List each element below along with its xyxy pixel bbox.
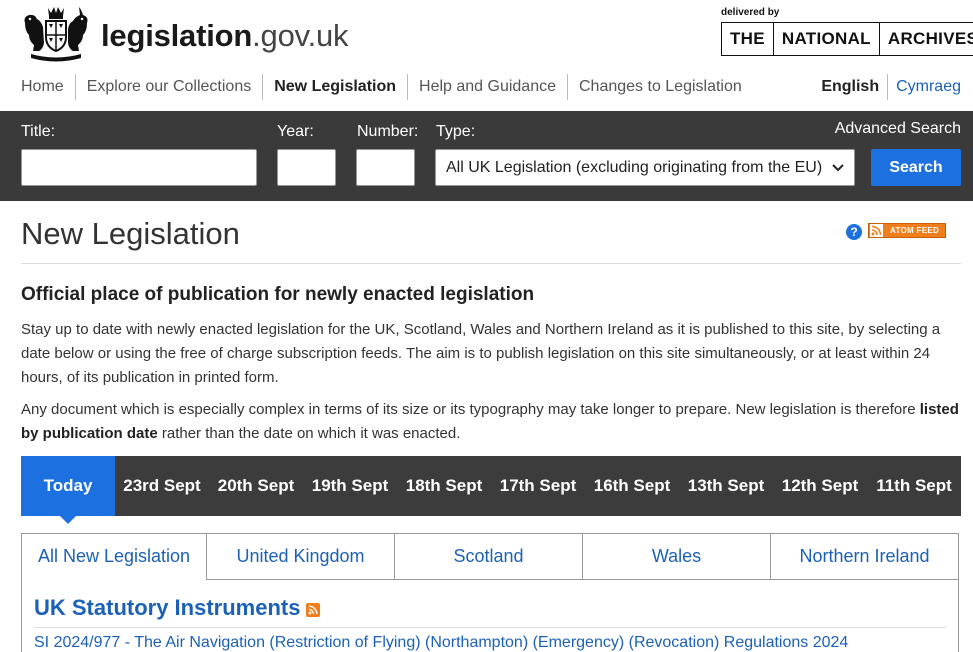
title-input[interactable]: [21, 149, 257, 186]
date-tab[interactable]: 20th Sept: [209, 456, 303, 516]
page-title: New Legislation: [21, 216, 240, 251]
date-tab[interactable]: 13th Sept: [679, 456, 773, 516]
nav-help-guidance[interactable]: Help and Guidance: [407, 74, 567, 100]
atom-feed-label: ATOM FEED: [890, 226, 940, 235]
region-tab-all[interactable]: All New Legislation: [21, 533, 207, 580]
site-title[interactable]: legislation.gov.uk: [101, 18, 349, 54]
date-tabs: Today 23rd Sept 20th Sept 19th Sept 18th…: [21, 456, 961, 524]
search-bar: Title: Year: Number: Type: All UK Legisl…: [0, 111, 973, 201]
date-tab[interactable]: 17th Sept: [491, 456, 585, 516]
help-question-icon[interactable]: ?: [846, 224, 862, 240]
tna-logo-word: ARCHIVES: [887, 29, 973, 48]
search-button[interactable]: Search: [871, 149, 961, 186]
date-tab-today[interactable]: Today: [21, 456, 115, 524]
advanced-search-link[interactable]: Advanced Search: [835, 120, 961, 138]
divider: [34, 627, 946, 628]
type-select-value: All UK Legislation (excluding originatin…: [446, 158, 823, 176]
region-tab-scotland[interactable]: Scotland: [395, 533, 583, 580]
number-input[interactable]: [356, 149, 415, 186]
site-name-bold: legislation: [101, 18, 253, 53]
site-header: legislation.gov.uk delivered by THE NATI…: [0, 0, 973, 110]
rss-feed-icon: [870, 224, 883, 237]
year-input[interactable]: [277, 149, 336, 186]
divider: [21, 263, 961, 264]
date-tab[interactable]: 19th Sept: [303, 456, 397, 516]
chevron-down-icon: [832, 160, 844, 175]
royal-crest-icon[interactable]: [21, 5, 91, 63]
main-navigation: Home Explore our Collections New Legisla…: [21, 74, 753, 100]
tna-logo-word: THE: [722, 23, 774, 55]
atom-feed-button[interactable]: ATOM FEED: [868, 223, 946, 238]
language-switcher: English Cymraeg: [821, 74, 961, 100]
intro-paragraph: Stay up to date with newly enacted legis…: [21, 321, 941, 386]
year-label: Year:: [277, 123, 314, 140]
region-tabs: All New Legislation United Kingdom Scotl…: [21, 533, 959, 580]
language-english: English: [821, 74, 889, 100]
date-tab[interactable]: 23rd Sept: [115, 456, 209, 516]
legislation-item-link[interactable]: SI 2024/977 - The Air Navigation (Restri…: [34, 634, 848, 652]
date-tab[interactable]: 16th Sept: [585, 456, 679, 516]
intro-text: Any document which is especially complex…: [21, 401, 920, 418]
region-tab-united-kingdom[interactable]: United Kingdom: [207, 533, 395, 580]
intro-paragraph: Any document which is especially complex…: [21, 398, 961, 446]
rss-feed-icon[interactable]: [306, 603, 321, 617]
intro-text: rather than the date on which it was ena…: [157, 425, 461, 442]
site-name-domain: .gov.uk: [252, 18, 349, 53]
section-heading-label: UK Statutory Instruments: [34, 595, 301, 620]
type-select[interactable]: All UK Legislation (excluding originatin…: [435, 149, 855, 186]
date-tab[interactable]: 18th Sept: [397, 456, 491, 516]
number-label: Number:: [357, 123, 419, 140]
title-label: Title:: [21, 123, 56, 140]
nav-explore-collections[interactable]: Explore our Collections: [74, 74, 263, 100]
delivered-by-label: delivered by: [721, 7, 780, 18]
language-cymraeg-link[interactable]: Cymraeg: [888, 74, 961, 100]
national-archives-logo[interactable]: THE NATIONAL ARCHIVES: [721, 22, 973, 56]
date-tab[interactable]: 12th Sept: [773, 456, 867, 516]
nav-new-legislation[interactable]: New Legislation: [262, 74, 407, 100]
type-label: Type:: [436, 123, 476, 140]
section-heading[interactable]: UK Statutory Instruments: [34, 595, 321, 621]
intro-heading: Official place of publication for newly …: [21, 284, 535, 305]
region-tab-wales[interactable]: Wales: [583, 533, 771, 580]
nav-home[interactable]: Home: [21, 74, 75, 100]
date-tab[interactable]: 11th Sept: [867, 456, 961, 516]
nav-changes-to-legislation[interactable]: Changes to Legislation: [567, 74, 753, 100]
tna-logo-word: NATIONAL: [774, 23, 880, 55]
region-tab-northern-ireland[interactable]: Northern Ireland: [771, 533, 959, 580]
